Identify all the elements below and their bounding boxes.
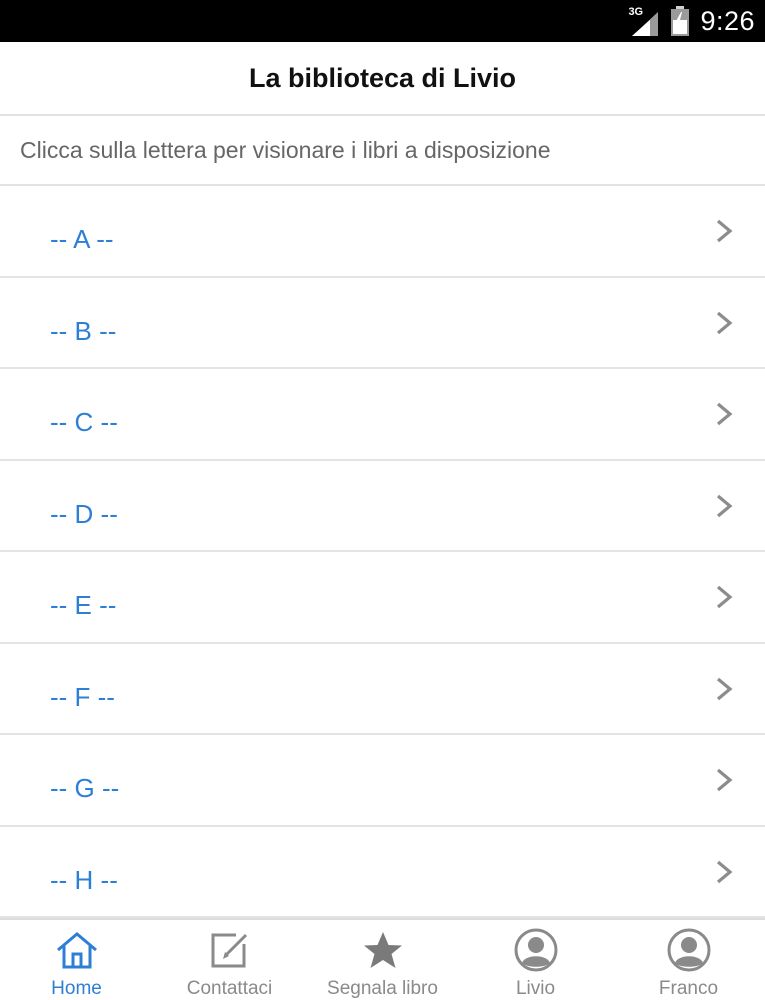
letter-row-a[interactable]: -- A -- xyxy=(0,186,765,278)
tab-label: Livio xyxy=(515,978,556,999)
battery-icon xyxy=(671,6,690,36)
letter-label: -- B -- xyxy=(50,315,117,346)
chevron-right-icon xyxy=(716,860,733,883)
letter-label: -- G -- xyxy=(50,773,120,803)
tab-label: Segnala libro xyxy=(327,978,438,999)
user-icon xyxy=(514,928,558,972)
tab-contattaci[interactable]: Contattaci xyxy=(153,920,306,1000)
signal-indicator: 3G xyxy=(628,6,660,36)
chevron-right-icon xyxy=(716,311,733,334)
letter-label: -- D -- xyxy=(50,498,118,529)
user-icon xyxy=(667,928,711,972)
status-clock: 9:26 xyxy=(700,5,755,36)
chevron-right-icon xyxy=(716,219,733,243)
tab-label: Contattaci xyxy=(186,978,273,999)
page-title: La biblioteca di Livio xyxy=(248,62,517,93)
chevron-right-icon xyxy=(716,677,733,700)
letter-row-g[interactable]: -- G -- xyxy=(0,735,765,827)
chevron-right-icon xyxy=(716,585,733,609)
chevron-right-icon xyxy=(716,402,733,426)
tab-livio[interactable]: Livio xyxy=(459,920,612,1000)
letter-row-e[interactable]: -- E -- xyxy=(0,552,765,644)
letter-label: -- C -- xyxy=(50,407,118,437)
chevron-right-icon xyxy=(716,768,733,792)
status-bar: 3G 9:26 xyxy=(0,0,765,42)
letter-list: -- A -- -- B -- -- C -- -- D -- -- E -- … xyxy=(0,186,765,918)
tab-segnala-libro[interactable]: Segnala libro xyxy=(306,920,459,1000)
edit-icon xyxy=(208,928,252,972)
instructions-bar: Clicca sulla lettera per visionare i lib… xyxy=(0,116,765,186)
tab-label: Franco xyxy=(658,978,719,999)
star-icon xyxy=(361,928,405,972)
letter-label: -- H -- xyxy=(50,864,118,895)
letter-row-d[interactable]: -- D -- xyxy=(0,460,765,552)
letter-label: -- F -- xyxy=(50,681,115,712)
bottom-tab-bar: Home Contattaci Segnala libro Livio Fran… xyxy=(0,918,765,1000)
letter-label: -- A -- xyxy=(50,224,114,254)
network-type-label: 3G xyxy=(628,6,644,18)
instructions-text: Clicca sulla lettera per visionare i lib… xyxy=(20,136,551,163)
tab-franco[interactable]: Franco xyxy=(612,920,765,1000)
letter-row-b[interactable]: -- B -- xyxy=(0,277,765,369)
letter-row-h[interactable]: -- H -- xyxy=(0,826,765,918)
letter-row-c[interactable]: -- C -- xyxy=(0,369,765,461)
tab-home[interactable]: Home xyxy=(0,920,153,1000)
home-icon xyxy=(55,928,99,972)
letter-label: -- E -- xyxy=(50,590,117,620)
letter-row-f[interactable]: -- F -- xyxy=(0,643,765,735)
chevron-right-icon xyxy=(716,494,733,517)
app-header: La biblioteca di Livio xyxy=(0,42,765,116)
tab-label: Home xyxy=(51,978,102,999)
